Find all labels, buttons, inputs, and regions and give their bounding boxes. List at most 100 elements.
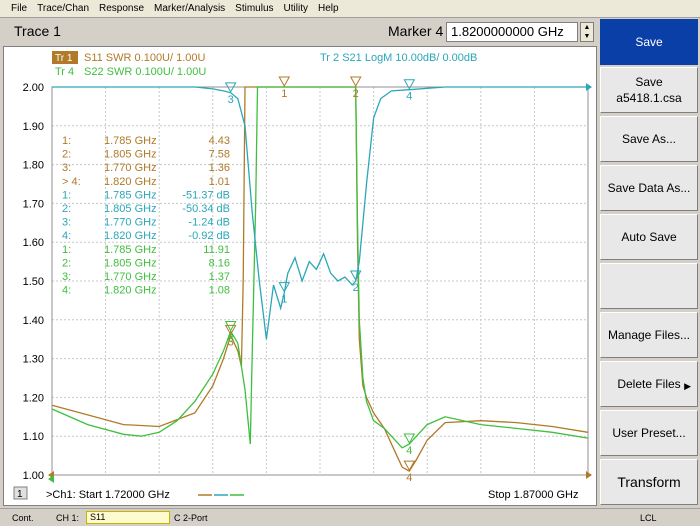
softkey-save-data-as[interactable]: Save Data As...: [600, 165, 698, 211]
submenu-arrow-icon: ▶: [684, 381, 691, 391]
menu-help[interactable]: Help: [313, 3, 344, 14]
marker-triangle[interactable]: [224, 320, 237, 332]
status-reference: LCL: [640, 513, 657, 523]
status-active-parameter: S11: [86, 511, 170, 524]
status-mode: Cont.: [12, 513, 34, 523]
title-row: Trace 1 Marker 4 1.8200000000 GHz ▲ ▼: [0, 19, 598, 45]
marker-label: 1: [281, 294, 287, 306]
marker-table-freq: 1.805 GHz: [104, 203, 157, 215]
marker-table-freq: 1.785 GHz: [104, 189, 157, 201]
marker-label: 8: [228, 332, 234, 344]
marker-table-id: 3:: [62, 217, 71, 229]
softkey-manage-files[interactable]: Manage Files...: [600, 312, 698, 358]
y-tick-label: 1.80: [23, 160, 44, 172]
marker-table-id: 3:: [62, 271, 71, 283]
y-tick-label: 1.40: [23, 315, 44, 327]
softkey-save-as[interactable]: Save As...: [600, 116, 698, 162]
softkey-label: Transform: [617, 474, 681, 490]
menu-marker-analysis[interactable]: Marker/Analysis: [149, 3, 230, 14]
softkey-delete-files[interactable]: Delete Files ▶: [600, 361, 698, 407]
marker-table-freq: 1.770 GHz: [104, 162, 157, 174]
softkey-label: Save: [635, 75, 663, 89]
trace-label-tr2: Tr 2 S21 LogM 10.00dB/ 0.00dB: [320, 52, 477, 64]
y-tick-label: 1.60: [23, 237, 44, 249]
softkey-label: Manage Files...: [607, 328, 691, 342]
menu-bar: File Trace/Chan Response Marker/Analysis…: [0, 0, 700, 18]
marker-table-value: 1.37: [209, 271, 230, 283]
trace-tag-tr4: Tr 4: [55, 66, 74, 78]
y-tick-label: 1.10: [23, 431, 44, 443]
marker-table-id: > 4:: [62, 176, 81, 188]
menu-trace-chan[interactable]: Trace/Chan: [32, 3, 94, 14]
marker-table-value: 8.16: [209, 257, 230, 269]
marker-table-freq: 1.820 GHz: [104, 176, 157, 188]
marker-table-freq: 1.820 GHz: [104, 230, 157, 242]
softkey-panel: Save Save a5418.1.csa Save As... Save Dat…: [598, 19, 700, 508]
marker-triangle[interactable]: [403, 433, 416, 444]
marker-table-freq: 1.820 GHz: [104, 285, 157, 297]
marker-label: Marker 4: [388, 23, 444, 39]
marker-label: 4: [406, 472, 412, 484]
marker-table-freq: 1.770 GHz: [104, 271, 157, 283]
marker-spin-button[interactable]: ▲ ▼: [580, 22, 594, 42]
status-calibration: C 2-Port: [174, 513, 208, 523]
softkey-label: User Preset...: [612, 426, 686, 440]
marker-label: 1: [281, 88, 287, 100]
marker-label: 4: [406, 91, 412, 103]
softkey-save[interactable]: Save: [600, 19, 698, 65]
reference-arrow-right-tr2-icon: [586, 83, 592, 91]
trace-tag-text: Tr 1: [55, 53, 73, 64]
marker-triangle[interactable]: [278, 76, 291, 88]
marker-table-value: 1.08: [209, 285, 230, 297]
softkey-user-preset[interactable]: User Preset...: [600, 410, 698, 456]
marker-table-id: 1:: [62, 135, 71, 147]
marker-table-freq: 1.785 GHz: [104, 244, 157, 256]
menu-file[interactable]: File: [6, 3, 32, 14]
menu-stimulus[interactable]: Stimulus: [230, 3, 278, 14]
network-analyzer-window: File Trace/Chan Response Marker/Analysis…: [0, 0, 700, 526]
y-tick-label: 1.90: [23, 121, 44, 133]
softkey-auto-save[interactable]: Auto Save: [600, 214, 698, 260]
channel-stop: Stop 1.87000 GHz: [488, 489, 579, 501]
softkey-label: Save As...: [621, 132, 677, 146]
softkey-transform[interactable]: Transform: [600, 459, 698, 505]
reference-arrow-right-icon: [586, 471, 592, 479]
marker-label: 4: [406, 445, 412, 457]
y-tick-label: 1.30: [23, 354, 44, 366]
marker-table-id: 2:: [62, 149, 71, 161]
menu-utility[interactable]: Utility: [279, 3, 313, 14]
marker-triangle[interactable]: [349, 76, 362, 88]
marker-table-value: -1.24 dB: [188, 217, 230, 229]
trace-label-tr4: S22 SWR 0.100U/ 1.00U: [84, 66, 206, 78]
marker-table-id: 2:: [62, 203, 71, 215]
softkey-label: Auto Save: [621, 230, 677, 244]
menu-response[interactable]: Response: [94, 3, 149, 14]
marker-table-freq: 1.805 GHz: [104, 149, 157, 161]
marker-table-id: 2:: [62, 257, 71, 269]
channel-start: >Ch1: Start 1.72000 GHz: [46, 489, 170, 501]
trace-title: Trace 1: [14, 23, 61, 39]
status-bar: Cont. CH 1: S11 C 2-Port LCL: [0, 508, 700, 526]
trace-label-tr1: S11 SWR 0.100U/ 1.00U: [84, 52, 206, 64]
marker-label: 3: [228, 94, 234, 106]
marker-table-value: -51.37 dB: [182, 189, 230, 201]
softkey-sublabel: a5418.1.csa: [616, 91, 682, 105]
y-tick-label: 2.00: [23, 82, 44, 94]
marker-table-value: 4.43: [209, 135, 230, 147]
marker-table-value: 1.36: [209, 162, 230, 174]
marker-table-value: -50.34 dB: [182, 203, 230, 215]
marker-table-freq: 1.805 GHz: [104, 257, 157, 269]
trace-chart: 2.00 1.90 1.80 1.70 1.60 1.50 1.40 1.30 1.20 1.10…: [13, 51, 592, 501]
spin-up-icon[interactable]: ▲: [581, 23, 593, 32]
y-tick-label: 1.70: [23, 198, 44, 210]
marker-frequency-input[interactable]: 1.8200000000 GHz: [446, 22, 578, 42]
spin-down-icon[interactable]: ▼: [581, 32, 593, 41]
softkey-blank[interactable]: [600, 263, 698, 309]
marker-table-value: 1.01: [209, 176, 230, 188]
softkey-save-file[interactable]: Save a5418.1.csa: [600, 67, 698, 113]
marker-table-freq: 1.770 GHz: [104, 217, 157, 229]
marker-label: 2: [353, 282, 359, 294]
plot-area[interactable]: 2.00 1.90 1.80 1.70 1.60 1.50 1.40 1.30 1.20 1.10…: [3, 46, 597, 506]
marker-table-id: 4:: [62, 285, 71, 297]
marker-table-value: 11.91: [203, 244, 230, 256]
